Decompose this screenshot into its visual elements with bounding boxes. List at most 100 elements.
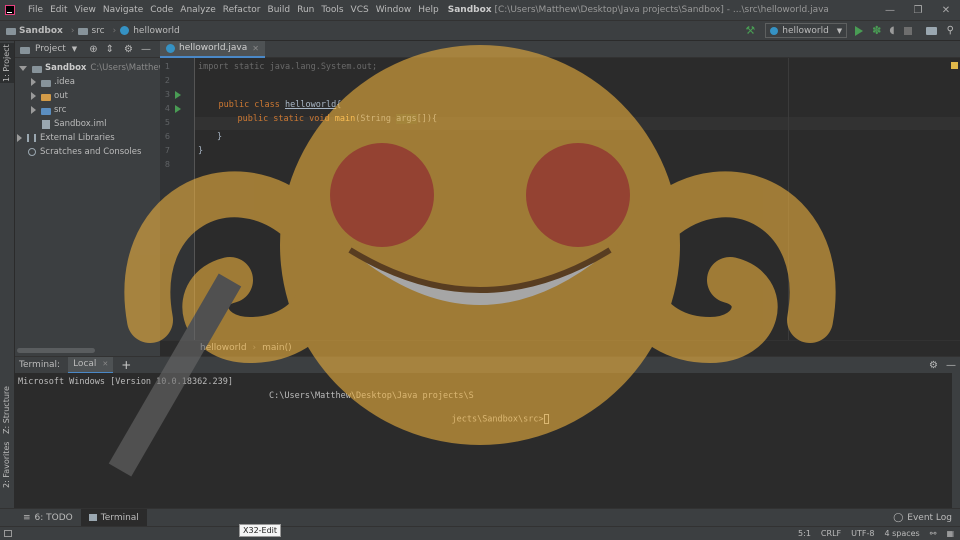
add-terminal-icon[interactable]: + xyxy=(121,358,131,372)
event-log-tool-tab[interactable]: ◯ Event Log xyxy=(885,509,960,527)
file-encoding[interactable]: UTF-8 xyxy=(851,529,874,538)
tree-item-src[interactable]: src xyxy=(31,103,66,117)
lock-icon[interactable]: ⚯ xyxy=(930,529,937,538)
hide-icon[interactable]: — xyxy=(946,360,956,371)
menu-edit[interactable]: Edit xyxy=(50,5,67,15)
code-line-1: import static java.lang.System.out; xyxy=(198,62,378,72)
window-title-project: Sandbox xyxy=(447,5,492,15)
tree-item-external-libraries[interactable]: External Libraries xyxy=(17,131,115,145)
run-gutter-icon[interactable] xyxy=(175,91,181,99)
menu-build[interactable]: Build xyxy=(268,5,291,15)
build-hammer-icon[interactable]: ⚒ xyxy=(745,24,755,37)
tree-item-sandbox[interactable]: Sandbox C:\Users\Matthew\De xyxy=(19,61,180,75)
close-tab-icon[interactable]: ✕ xyxy=(252,44,259,53)
project-tree: Sandbox C:\Users\Matthew\De .idea out sr… xyxy=(15,58,180,356)
menu-analyze[interactable]: Analyze xyxy=(180,5,215,15)
tree-item-iml[interactable]: Sandbox.iml xyxy=(42,117,106,131)
tree-item-idea[interactable]: .idea xyxy=(31,75,75,89)
expand-arrow-icon[interactable] xyxy=(31,78,36,86)
close-tab-icon[interactable]: ✕ xyxy=(102,360,108,368)
caret-position[interactable]: 5:1 xyxy=(798,529,811,538)
todo-tool-tab[interactable]: ≡ 6: TODO xyxy=(15,509,81,527)
menu-view[interactable]: View xyxy=(75,5,96,15)
indent-setting[interactable]: 4 spaces xyxy=(884,529,919,538)
terminal-tab-local[interactable]: Local ✕ xyxy=(68,356,114,374)
left-tool-stripe: 1: Project Z: Structure 2: Favorites xyxy=(0,41,15,508)
restore-button[interactable]: ❐ xyxy=(904,5,932,16)
gear-icon[interactable]: ⚙ xyxy=(929,360,938,371)
terminal-line: C:\Users\Matthew\Desktop\Java projects\S xyxy=(269,391,474,401)
menu-window[interactable]: Window xyxy=(376,5,412,15)
chevron-down-icon[interactable]: ▼ xyxy=(72,45,77,53)
editor-tab-helloworld[interactable]: helloworld.java ✕ xyxy=(160,40,265,58)
line-separator[interactable]: CRLF xyxy=(821,529,841,538)
chevron-right-icon: › xyxy=(70,25,75,36)
terminal-output[interactable]: Microsoft Windows [Version 10.0.18362.23… xyxy=(15,373,952,508)
favorites-tool-tab[interactable]: 2: Favorites xyxy=(2,442,11,488)
folder-orange-icon xyxy=(41,93,51,101)
project-view-select[interactable]: Project xyxy=(35,44,66,54)
run-gutter-icon[interactable] xyxy=(175,105,181,113)
editor-crumb-class[interactable]: helloworld xyxy=(200,343,247,353)
tree-item-out[interactable]: out xyxy=(31,89,68,103)
chevron-right-icon: › xyxy=(252,343,257,353)
chevron-down-icon: ▼ xyxy=(836,26,843,35)
class-icon xyxy=(770,26,779,35)
expand-arrow-icon[interactable] xyxy=(17,134,22,142)
line-number: 5 xyxy=(164,118,170,127)
run-config-select[interactable]: helloworld ▼ xyxy=(765,23,848,38)
debug-icon[interactable]: ✽ xyxy=(872,24,881,37)
memory-indicator-icon[interactable]: ▦ xyxy=(946,529,954,538)
expand-arrow-icon[interactable] xyxy=(19,65,27,71)
project-tool-label: 1: Project xyxy=(2,44,11,82)
locate-icon[interactable]: ⊕ xyxy=(89,44,97,55)
terminal-cursor xyxy=(543,414,549,424)
stop-icon[interactable] xyxy=(903,26,912,35)
status-toggle-icon[interactable] xyxy=(4,530,12,537)
menu-code[interactable]: Code xyxy=(150,5,173,15)
run-icon[interactable] xyxy=(855,25,864,36)
menu-vcs[interactable]: VCS xyxy=(351,5,369,15)
event-log-label: Event Log xyxy=(907,512,952,523)
class-icon xyxy=(120,26,130,35)
project-panel-header: Project ▼ ⊕ ⇕ ⚙ — xyxy=(15,41,160,58)
folder-icon xyxy=(78,28,89,35)
horizontal-scrollbar[interactable] xyxy=(17,348,95,353)
structure-tool-tab[interactable]: Z: Structure xyxy=(2,386,11,434)
terminal-line: Microsoft Windows [Version 10.0.18362.23… xyxy=(18,377,233,387)
collapse-all-icon[interactable]: ⇕ xyxy=(106,44,114,55)
menu-file[interactable]: File xyxy=(28,5,43,15)
menu-refactor[interactable]: Refactor xyxy=(223,5,261,15)
menu-help[interactable]: Help xyxy=(418,5,439,15)
menu-navigate[interactable]: Navigate xyxy=(103,5,143,15)
expand-arrow-icon[interactable] xyxy=(31,106,36,114)
project-structure-icon[interactable] xyxy=(925,26,937,35)
expand-arrow-icon[interactable] xyxy=(31,92,36,100)
breadcrumb-class[interactable]: helloworld xyxy=(133,26,180,36)
menu-tools[interactable]: Tools xyxy=(321,5,343,15)
window-title: Sandbox [C:\Users\Matthew\Desktop\Java p… xyxy=(448,5,828,15)
gear-icon[interactable]: ⚙ xyxy=(124,44,133,55)
coverage-icon[interactable]: ◖ xyxy=(889,25,894,36)
editor-tab-bar: helloworld.java ✕ xyxy=(160,40,960,58)
hide-icon[interactable]: — xyxy=(141,44,151,55)
menu-run[interactable]: Run xyxy=(297,5,314,15)
navigation-bar: Sandbox › src › helloworld ⚒ helloworld … xyxy=(0,20,960,41)
search-everywhere-icon[interactable]: ⚲ xyxy=(947,25,954,36)
tree-item-label: Scratches and Consoles xyxy=(40,147,142,157)
class-icon xyxy=(166,43,175,53)
breadcrumb-project[interactable]: Sandbox xyxy=(19,26,63,36)
breadcrumb-src[interactable]: src xyxy=(91,26,104,36)
editor-crumb-method[interactable]: main() xyxy=(262,343,292,353)
line-number: 7 xyxy=(164,146,170,155)
close-button[interactable]: ✕ xyxy=(932,5,960,16)
warning-marker-icon[interactable] xyxy=(951,62,958,69)
line-number: 2 xyxy=(164,76,170,85)
line-number: 8 xyxy=(164,160,170,169)
tree-item-scratches[interactable]: Scratches and Consoles xyxy=(28,145,141,159)
code-method-name: main xyxy=(334,114,356,124)
terminal-scrollbar[interactable] xyxy=(952,373,960,508)
right-margin-guide xyxy=(788,58,789,340)
minimize-button[interactable]: — xyxy=(876,5,904,16)
terminal-tool-tab[interactable]: Terminal xyxy=(80,508,147,527)
